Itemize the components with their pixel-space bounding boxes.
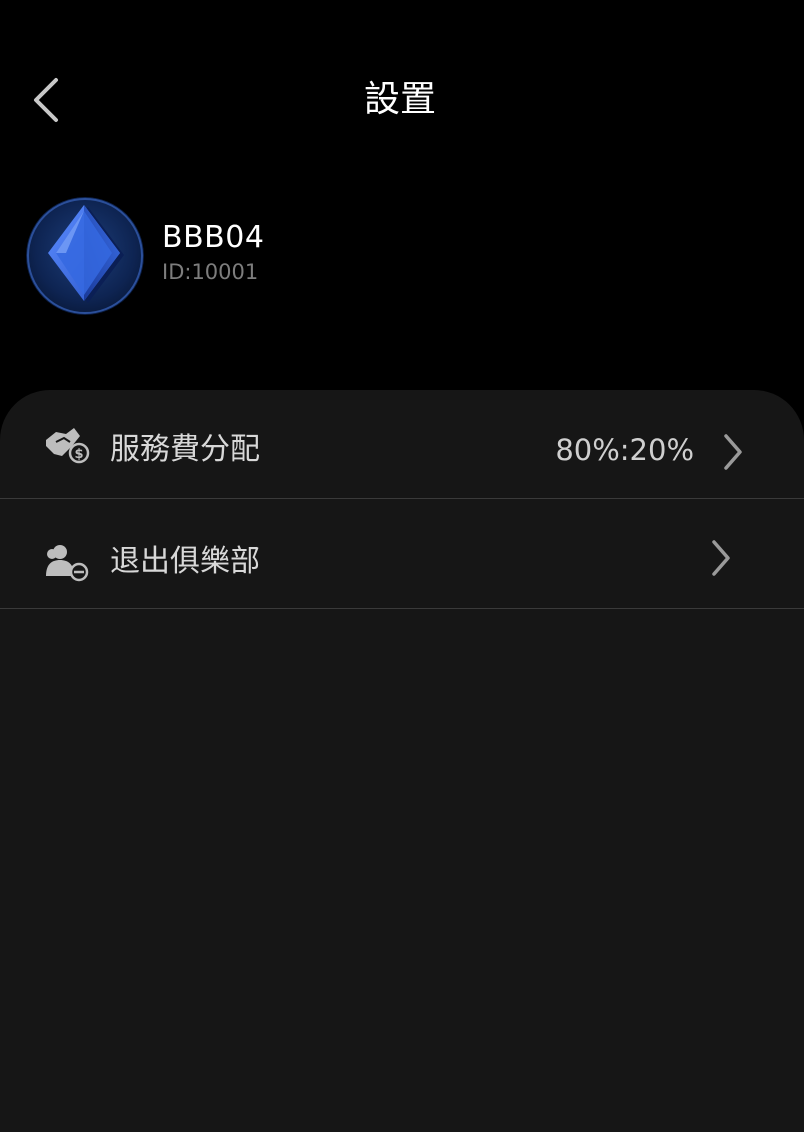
settings-screen: 設置 BBB04 ID:10001 $ 服務費分配 80%:20% 退出俱樂部 (0, 0, 804, 1132)
handshake-dollar-icon: $ (46, 428, 90, 464)
user-id: ID:10001 (162, 260, 259, 284)
leave-club-row[interactable]: 退出俱樂部 (0, 500, 804, 609)
svg-text:$: $ (74, 447, 83, 462)
chevron-right-icon (724, 434, 742, 470)
profile-section: BBB04 ID:10001 (26, 197, 526, 315)
row-label: 服務費分配 (110, 432, 260, 467)
chevron-right-icon (712, 540, 730, 576)
user-remove-icon (46, 545, 89, 582)
service-fee-allocation-row[interactable]: $ 服務費分配 80%:20% (0, 390, 804, 499)
page-title: 設置 (363, 79, 436, 120)
diamond-suit-icon (26, 197, 144, 315)
avatar (26, 197, 144, 315)
header: 設置 (0, 0, 804, 200)
row-value: 80%:20% (555, 433, 694, 467)
row-label: 退出俱樂部 (110, 544, 260, 579)
username: BBB04 (162, 220, 265, 255)
